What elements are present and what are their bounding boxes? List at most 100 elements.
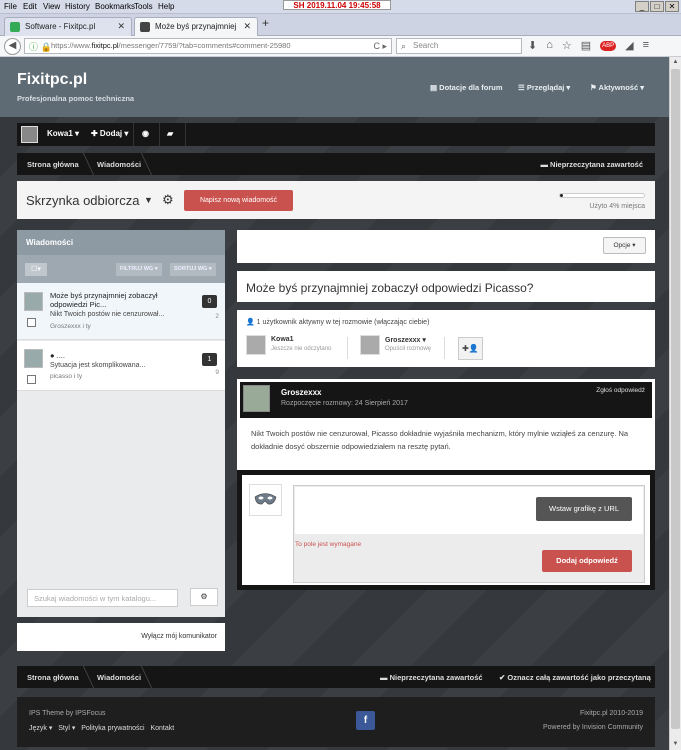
address-bar[interactable]: ⓘ 🔒 https://www.fixitpc.pl/messenger/775…	[24, 38, 392, 54]
disable-messenger-link[interactable]: Wyłącz mój komunikator	[17, 623, 225, 651]
maximize-button[interactable]: □	[650, 1, 664, 12]
menu-history[interactable]: History	[65, 2, 90, 11]
select-all-checkbox[interactable]: ☐▾	[25, 263, 47, 276]
post-author[interactable]: Groszexxx	[281, 388, 321, 397]
mark-all-read-link[interactable]: ✔ Oznacz całą zawartość jako przeczytaną	[499, 673, 651, 682]
activity-icon: ⚑	[590, 83, 599, 92]
minimize-button[interactable]: _	[635, 1, 649, 12]
breadcrumb-home[interactable]: Strona główna	[27, 160, 79, 169]
site-title[interactable]: Fixitpc.pl	[17, 71, 87, 89]
breadcrumb-home[interactable]: Strona główna	[27, 673, 79, 682]
conversation-toolbar: Opcje ▾	[237, 230, 655, 263]
menu-file[interactable]: File	[4, 2, 17, 11]
new-tab-button[interactable]: +	[262, 16, 269, 30]
tab-conversation[interactable]: Może byś przynajmniej zobacz... ✕	[134, 17, 258, 48]
participant-name[interactable]: Groszexxx ▾	[385, 336, 426, 344]
report-link[interactable]: Zgłoś odpowiedź	[596, 387, 645, 394]
home-icon[interactable]: ⌂	[546, 39, 553, 52]
toolbar-icons: ⬇ ⌂ ☆ ▤ ABP ◢ ≡	[528, 39, 649, 52]
add-participant-button[interactable]: ✚👤	[458, 337, 483, 360]
add-menu[interactable]: ✚ Dodaj ▾	[91, 129, 128, 138]
favicon-icon	[140, 22, 150, 32]
submit-reply-button[interactable]: Dodaj odpowiedź	[542, 550, 632, 572]
message-title[interactable]: ● ....	[50, 351, 180, 360]
filter-button[interactable]: FILTRUJ WG ▾	[116, 263, 162, 276]
quota-bar	[559, 193, 645, 198]
avatar	[249, 484, 282, 516]
options-button[interactable]: Opcje ▾	[603, 237, 646, 254]
avatar[interactable]	[243, 385, 270, 412]
menu-view[interactable]: View	[43, 2, 60, 11]
globe-icon[interactable]: ◉	[142, 129, 149, 138]
list-item[interactable]: Może byś przynajmniej zobaczył odpowiedz…	[17, 283, 225, 340]
breadcrumb: Strona główna Wiadomości ▬ Nieprzeczytan…	[17, 153, 655, 175]
message-snippet: Sytuacja jest skomplikowana...	[50, 362, 146, 369]
addon-icon[interactable]: ABP	[600, 41, 617, 51]
reply-count: 2	[215, 313, 219, 320]
tab-close-icon[interactable]: ✕	[117, 18, 125, 35]
download-icon[interactable]: ⬇	[528, 39, 537, 52]
active-users-text: 👤 1 użytkownik aktywny w tej rozmowie (w…	[246, 319, 430, 326]
avatar	[24, 349, 43, 368]
privacy-link[interactable]: Polityka prywatności	[81, 725, 144, 732]
avatar[interactable]	[21, 126, 38, 143]
lock-icon: ⓘ 🔒	[29, 42, 52, 52]
search-placeholder: Search	[413, 41, 439, 50]
list-item[interactable]: ● .... Sytuacja jest skomplikowana... pi…	[17, 341, 225, 391]
facebook-icon[interactable]: f	[356, 711, 375, 730]
menu-edit[interactable]: Edit	[23, 2, 37, 11]
close-window-button[interactable]: ✕	[665, 1, 679, 12]
nav-donate[interactable]: ▤ Dotacje dla forum	[430, 83, 503, 92]
message-search-input[interactable]: Szukaj wiadomości w tym katalogu...	[27, 589, 178, 607]
menu-help[interactable]: Help	[158, 2, 174, 11]
send-icon[interactable]: ◢	[625, 39, 633, 52]
hamburger-menu-icon[interactable]: ≡	[643, 39, 649, 52]
search-options-gear-icon[interactable]: ⚙	[190, 588, 218, 606]
style-menu[interactable]: Styl ▾	[58, 725, 75, 732]
library-icon[interactable]: ▤	[581, 39, 591, 52]
scroll-up-arrow-icon[interactable]: ▲	[670, 57, 681, 68]
theme-credit[interactable]: IPS Theme by IPSFocus	[29, 710, 106, 717]
message-checkbox[interactable]	[27, 375, 36, 384]
scroll-down-arrow-icon[interactable]: ▼	[670, 739, 681, 750]
participant-status: Opuścił rozmowę	[385, 346, 432, 352]
doc-icon: ▤	[430, 83, 440, 92]
avatar	[246, 335, 266, 355]
user-menu[interactable]: Kowa1 ▾	[47, 129, 79, 138]
user-bar: Kowa1 ▾ ✚ Dodaj ▾ ◉ ▰	[17, 123, 655, 146]
scrollbar-thumb[interactable]	[671, 69, 680, 729]
unread-badge: 0	[202, 295, 217, 308]
language-menu[interactable]: Język ▾	[29, 725, 52, 732]
sort-button[interactable]: SORTUJ WG ▾	[170, 263, 216, 276]
participant-name[interactable]: Kowa1	[271, 336, 294, 343]
reload-icon[interactable]: C ▸	[373, 39, 387, 53]
page-title[interactable]: Skrzynka odbiorcza	[26, 193, 139, 208]
chat-icon[interactable]: ▰	[167, 129, 173, 138]
breadcrumb-messages[interactable]: Wiadomości	[97, 160, 141, 169]
menu-tools[interactable]: Tools	[134, 2, 153, 11]
back-arrow-icon[interactable]: ◀	[4, 38, 21, 55]
page-viewport: Fixitpc.pl Profesjonalna pomoc techniczn…	[0, 57, 669, 750]
nav-browse[interactable]: ☰ Przeglądaj ▾	[518, 83, 570, 92]
message-participants: Groszexxx i ty	[50, 323, 91, 330]
message-checkbox[interactable]	[27, 318, 36, 327]
tab-label: Software - Fixitpc.pl	[25, 22, 96, 31]
reply-editor: Wstaw grafikę z URL To pole jest wymagan…	[293, 485, 645, 583]
tab-close-icon[interactable]: ✕	[243, 18, 251, 35]
nav-activity[interactable]: ⚑ Aktywność ▾	[590, 83, 644, 92]
caret-down-icon[interactable]: ▼	[144, 195, 153, 205]
menu-bookmarks[interactable]: Bookmarks	[95, 2, 135, 11]
search-input[interactable]: ⌕ Search	[396, 38, 522, 54]
compose-button[interactable]: Napisz nową wiadomość	[184, 190, 293, 211]
bookmark-star-icon[interactable]: ☆	[562, 39, 572, 52]
breadcrumb-messages[interactable]: Wiadomości	[97, 673, 141, 682]
tab-software[interactable]: Software - Fixitpc.pl ✕	[4, 17, 132, 36]
unread-content-link[interactable]: ▬ Nieprzeczytana zawartość	[540, 160, 643, 169]
gear-icon[interactable]: ⚙	[162, 192, 174, 208]
contact-link[interactable]: Kontakt	[150, 725, 174, 732]
unread-content-link[interactable]: ▬ Nieprzeczytana zawartość	[380, 673, 483, 682]
message-title[interactable]: Może byś przynajmniej zobaczył odpowiedz…	[50, 291, 180, 309]
page-scrollbar[interactable]: ▲ ▼	[669, 57, 681, 750]
powered-by[interactable]: Powered by Invision Community	[543, 724, 643, 731]
embed-image-url-button[interactable]: Wstaw grafikę z URL	[536, 497, 632, 521]
